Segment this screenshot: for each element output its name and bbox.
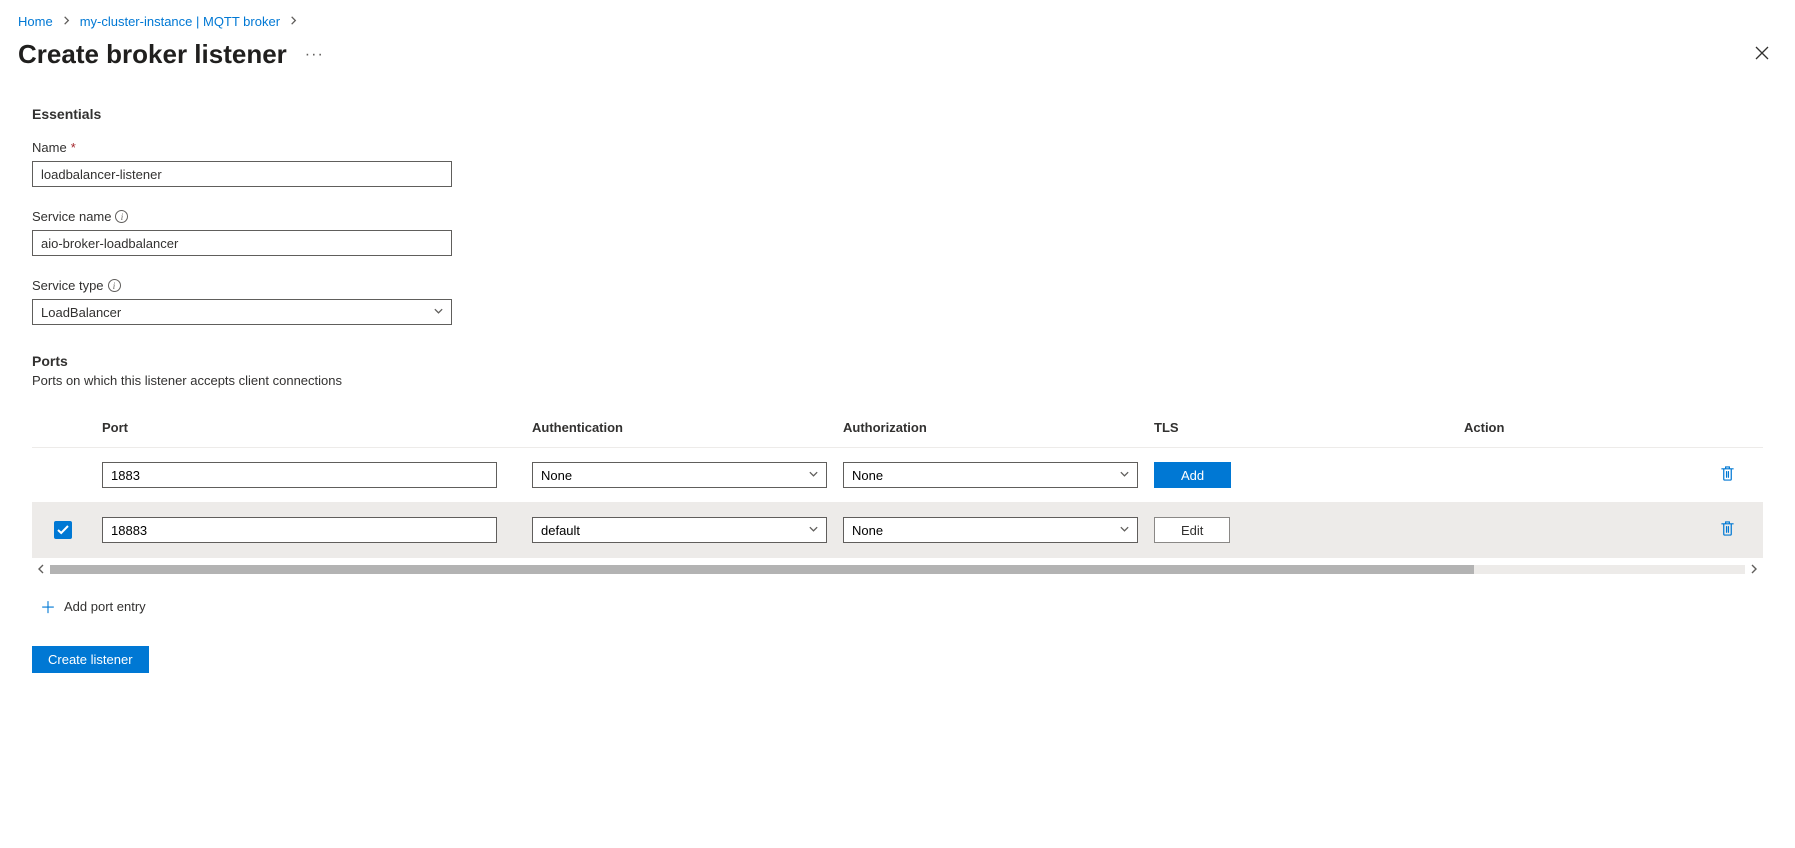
close-button[interactable] xyxy=(1747,40,1777,69)
name-label: Name * xyxy=(32,140,1763,155)
column-action: Action xyxy=(1456,410,1763,448)
service-name-label: Service name i xyxy=(32,209,1763,224)
tls-add-button[interactable]: Add xyxy=(1154,462,1231,488)
essentials-header: Essentials xyxy=(32,106,1763,122)
port-input[interactable] xyxy=(102,462,497,488)
name-field: Name * xyxy=(32,140,1763,187)
ports-description: Ports on which this listener accepts cli… xyxy=(32,373,1763,388)
more-actions-button[interactable]: ··· xyxy=(305,46,324,64)
scroll-thumb[interactable] xyxy=(50,565,1474,574)
row-checkbox-cell[interactable] xyxy=(32,448,94,503)
breadcrumb-instance[interactable]: my-cluster-instance | MQTT broker xyxy=(80,14,280,29)
authentication-select[interactable] xyxy=(532,517,827,543)
breadcrumb-sep-1 xyxy=(61,14,72,29)
page-title: Create broker listener xyxy=(18,39,287,70)
authorization-select[interactable] xyxy=(843,517,1138,543)
column-authentication: Authentication xyxy=(524,410,835,448)
service-type-select[interactable] xyxy=(32,299,452,325)
authorization-select[interactable] xyxy=(843,462,1138,488)
service-name-field: Service name i xyxy=(32,209,1763,256)
ports-table-area: Port Authentication Authorization TLS Ac… xyxy=(32,410,1763,618)
column-check xyxy=(32,410,94,448)
content-area: Essentials Name * Service name i Service… xyxy=(0,82,1795,697)
column-port: Port xyxy=(94,410,524,448)
scroll-track[interactable] xyxy=(50,565,1745,574)
breadcrumb-sep-2 xyxy=(288,14,299,29)
info-icon[interactable]: i xyxy=(108,279,121,292)
add-port-entry-button[interactable]: ＋ Add port entry xyxy=(32,594,1763,618)
create-listener-button[interactable]: Create listener xyxy=(32,646,149,673)
ports-table: Port Authentication Authorization TLS Ac… xyxy=(32,410,1763,558)
table-row: Edit xyxy=(32,503,1763,558)
row-checkbox-cell[interactable] xyxy=(32,503,94,558)
title-row: Create broker listener ··· xyxy=(0,35,1795,82)
breadcrumb: Home my-cluster-instance | MQTT broker xyxy=(0,0,1795,35)
port-input[interactable] xyxy=(102,517,497,543)
service-type-label: Service type i xyxy=(32,278,1763,293)
add-port-entry-label: Add port entry xyxy=(64,599,146,614)
column-authorization: Authorization xyxy=(835,410,1146,448)
required-indicator: * xyxy=(71,140,76,155)
footer: Create listener xyxy=(32,618,1763,673)
horizontal-scrollbar[interactable] xyxy=(32,562,1763,576)
tls-edit-button[interactable]: Edit xyxy=(1154,517,1230,543)
scroll-left-icon[interactable] xyxy=(36,562,46,577)
breadcrumb-home[interactable]: Home xyxy=(18,14,53,29)
scroll-right-icon[interactable] xyxy=(1749,562,1759,577)
table-row: Add xyxy=(32,448,1763,503)
delete-row-button[interactable] xyxy=(1720,520,1735,537)
checkbox-checked-icon[interactable] xyxy=(54,521,72,539)
name-input[interactable] xyxy=(32,161,452,187)
plus-icon: ＋ xyxy=(40,594,56,618)
ports-header: Ports xyxy=(32,353,1763,369)
delete-row-button[interactable] xyxy=(1720,465,1735,482)
info-icon[interactable]: i xyxy=(115,210,128,223)
authentication-select[interactable] xyxy=(532,462,827,488)
column-tls: TLS xyxy=(1146,410,1456,448)
service-name-input[interactable] xyxy=(32,230,452,256)
service-type-field: Service type i xyxy=(32,278,1763,325)
